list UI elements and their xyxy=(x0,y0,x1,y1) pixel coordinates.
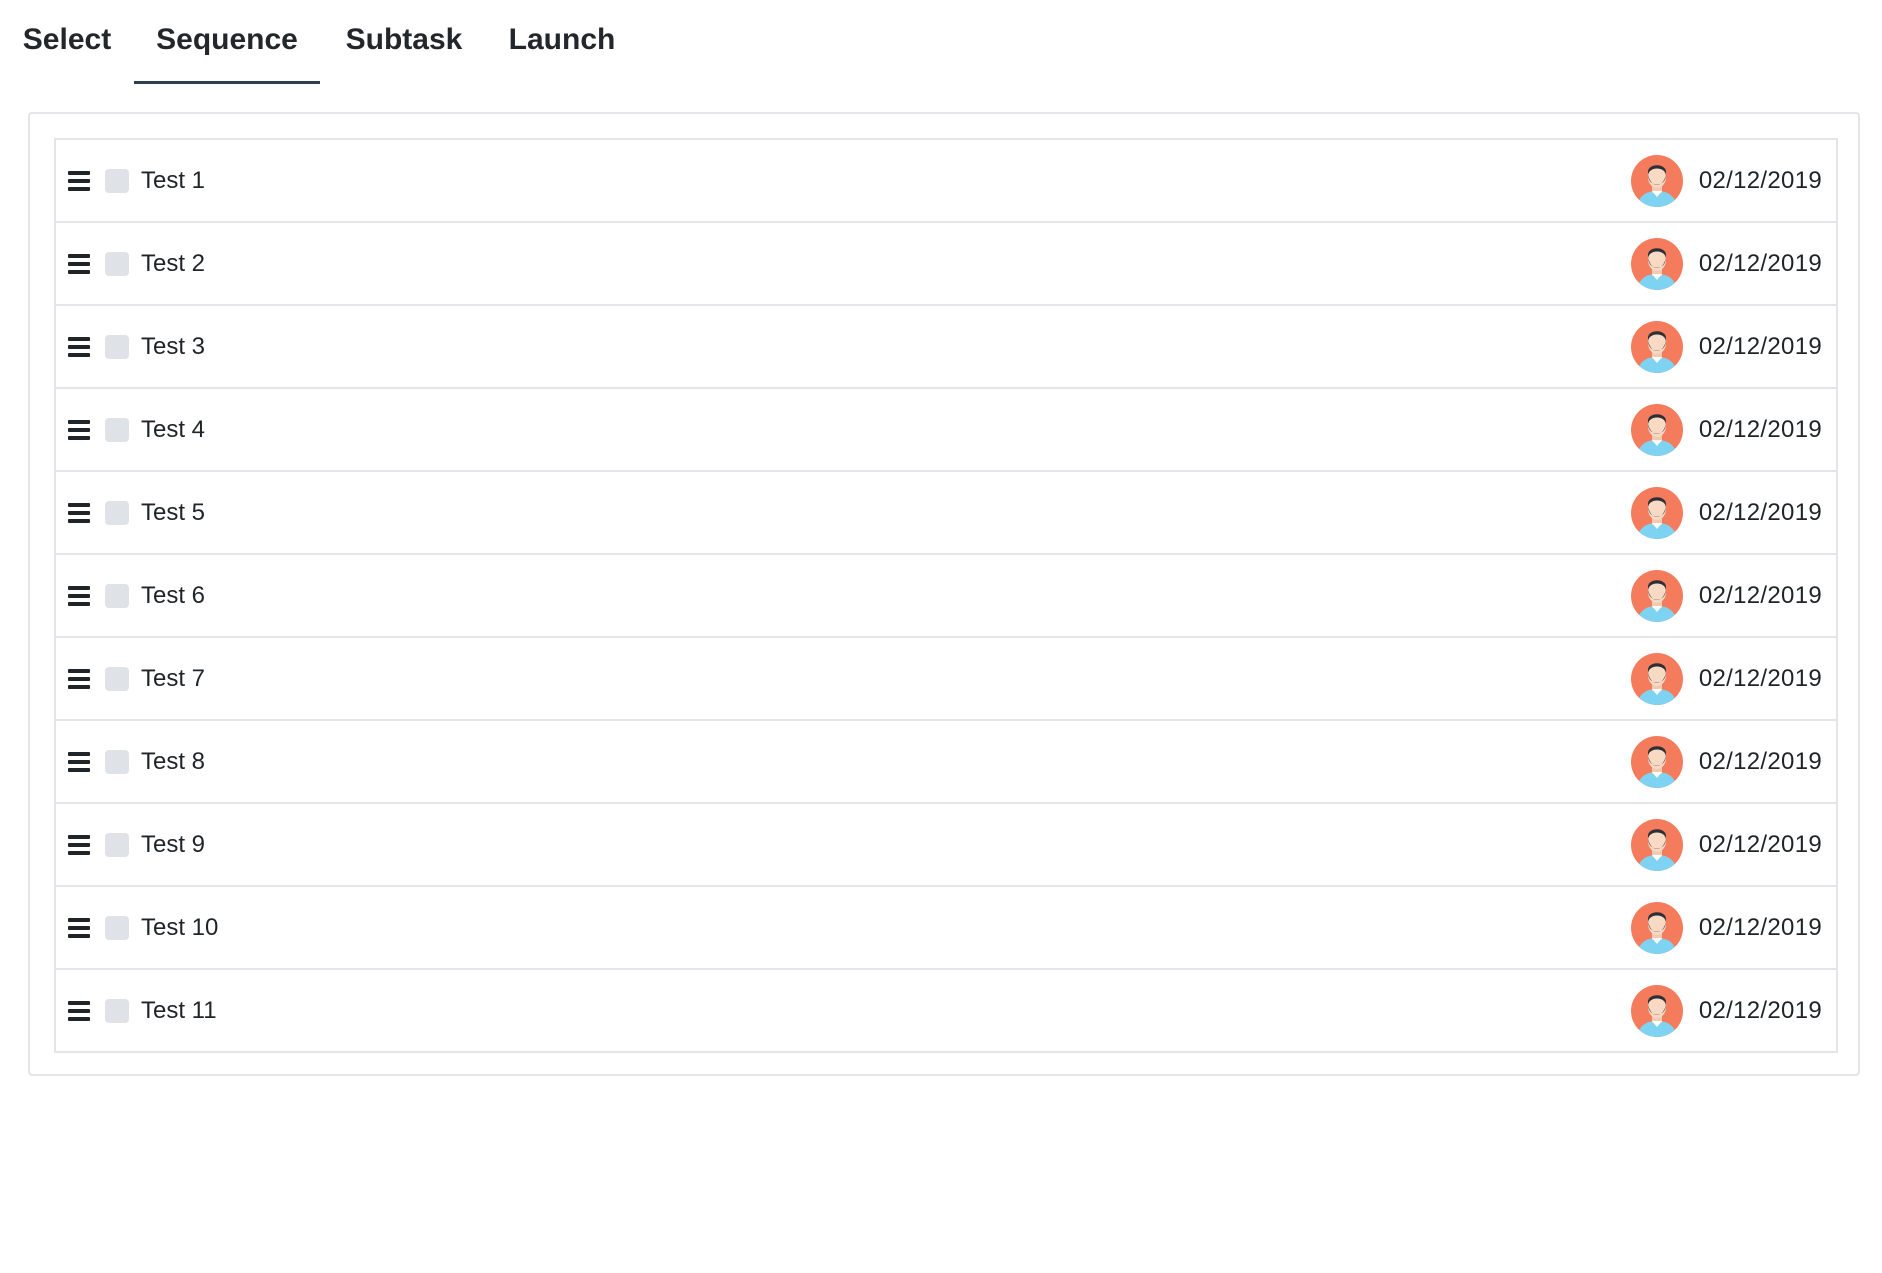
list-item[interactable]: Test 7 02/12/2019 xyxy=(56,638,1836,721)
item-label: Test 1 xyxy=(141,166,206,194)
drag-handle-icon[interactable] xyxy=(68,917,90,938)
sequence-panel: Test 1 02/12/2019 Test 2 02/12/2019 Test… xyxy=(28,112,1860,1076)
user-avatar-icon xyxy=(1630,984,1683,1037)
row-checkbox[interactable] xyxy=(105,334,129,359)
user-avatar-icon xyxy=(1630,735,1683,788)
user-avatar-icon xyxy=(1630,486,1683,539)
tab-bar: Select Sequence Subtask Launch xyxy=(0,0,636,84)
list-item[interactable]: Test 4 02/12/2019 xyxy=(56,389,1836,472)
item-label: Test 8 xyxy=(141,747,206,775)
item-date: 02/12/2019 xyxy=(1698,332,1822,360)
drag-handle-icon[interactable] xyxy=(68,253,90,274)
item-date: 02/12/2019 xyxy=(1698,664,1822,692)
row-checkbox[interactable] xyxy=(105,168,129,193)
drag-handle-icon[interactable] xyxy=(68,834,90,855)
row-checkbox[interactable] xyxy=(105,583,129,608)
row-checkbox[interactable] xyxy=(105,251,129,276)
list-item[interactable]: Test 6 02/12/2019 xyxy=(56,555,1836,638)
user-avatar-icon xyxy=(1630,237,1683,290)
item-label: Test 6 xyxy=(141,581,206,609)
list-item[interactable]: Test 8 02/12/2019 xyxy=(56,721,1836,804)
item-date: 02/12/2019 xyxy=(1698,415,1822,443)
user-avatar-icon xyxy=(1630,569,1683,622)
item-date: 02/12/2019 xyxy=(1698,996,1822,1024)
item-label: Test 11 xyxy=(141,996,217,1024)
user-avatar-icon xyxy=(1630,320,1683,373)
row-checkbox[interactable] xyxy=(105,749,129,774)
item-date: 02/12/2019 xyxy=(1698,747,1822,775)
item-label: Test 10 xyxy=(141,913,219,941)
item-label: Test 3 xyxy=(141,332,206,360)
item-label: Test 5 xyxy=(141,498,206,526)
drag-handle-icon[interactable] xyxy=(68,170,90,191)
user-avatar-icon xyxy=(1630,652,1683,705)
user-avatar-icon xyxy=(1630,901,1683,954)
row-checkbox[interactable] xyxy=(105,666,129,691)
row-checkbox[interactable] xyxy=(105,915,129,940)
item-date: 02/12/2019 xyxy=(1698,830,1822,858)
drag-handle-icon[interactable] xyxy=(68,585,90,606)
drag-handle-icon[interactable] xyxy=(68,751,90,772)
row-checkbox[interactable] xyxy=(105,500,129,525)
sequence-list: Test 1 02/12/2019 Test 2 02/12/2019 Test… xyxy=(54,138,1838,1053)
list-item[interactable]: Test 1 02/12/2019 xyxy=(56,140,1836,223)
list-item[interactable]: Test 3 02/12/2019 xyxy=(56,306,1836,389)
item-label: Test 9 xyxy=(141,830,206,858)
drag-handle-icon[interactable] xyxy=(68,668,90,689)
row-checkbox[interactable] xyxy=(105,998,129,1023)
drag-handle-icon[interactable] xyxy=(68,1000,90,1021)
tab-subtask[interactable]: Subtask xyxy=(320,0,488,84)
list-item[interactable]: Test 10 02/12/2019 xyxy=(56,887,1836,970)
drag-handle-icon[interactable] xyxy=(68,336,90,357)
tab-launch[interactable]: Launch xyxy=(488,0,636,84)
user-avatar-icon xyxy=(1630,403,1683,456)
row-checkbox[interactable] xyxy=(105,417,129,442)
row-checkbox[interactable] xyxy=(105,832,129,857)
list-item[interactable]: Test 2 02/12/2019 xyxy=(56,223,1836,306)
item-date: 02/12/2019 xyxy=(1698,249,1822,277)
tab-select[interactable]: Select xyxy=(0,0,134,84)
item-label: Test 2 xyxy=(141,249,206,277)
drag-handle-icon[interactable] xyxy=(68,419,90,440)
list-item[interactable]: Test 11 02/12/2019 xyxy=(56,970,1836,1053)
tab-sequence[interactable]: Sequence xyxy=(134,0,320,84)
drag-handle-icon[interactable] xyxy=(68,502,90,523)
item-label: Test 4 xyxy=(141,415,206,443)
list-item[interactable]: Test 9 02/12/2019 xyxy=(56,804,1836,887)
item-date: 02/12/2019 xyxy=(1698,581,1822,609)
page: Select Sequence Subtask Launch Test 1 02… xyxy=(0,0,1882,1273)
item-date: 02/12/2019 xyxy=(1698,498,1822,526)
list-item[interactable]: Test 5 02/12/2019 xyxy=(56,472,1836,555)
item-date: 02/12/2019 xyxy=(1698,166,1822,194)
item-label: Test 7 xyxy=(141,664,206,692)
user-avatar-icon xyxy=(1630,154,1683,207)
item-date: 02/12/2019 xyxy=(1698,913,1822,941)
user-avatar-icon xyxy=(1630,818,1683,871)
